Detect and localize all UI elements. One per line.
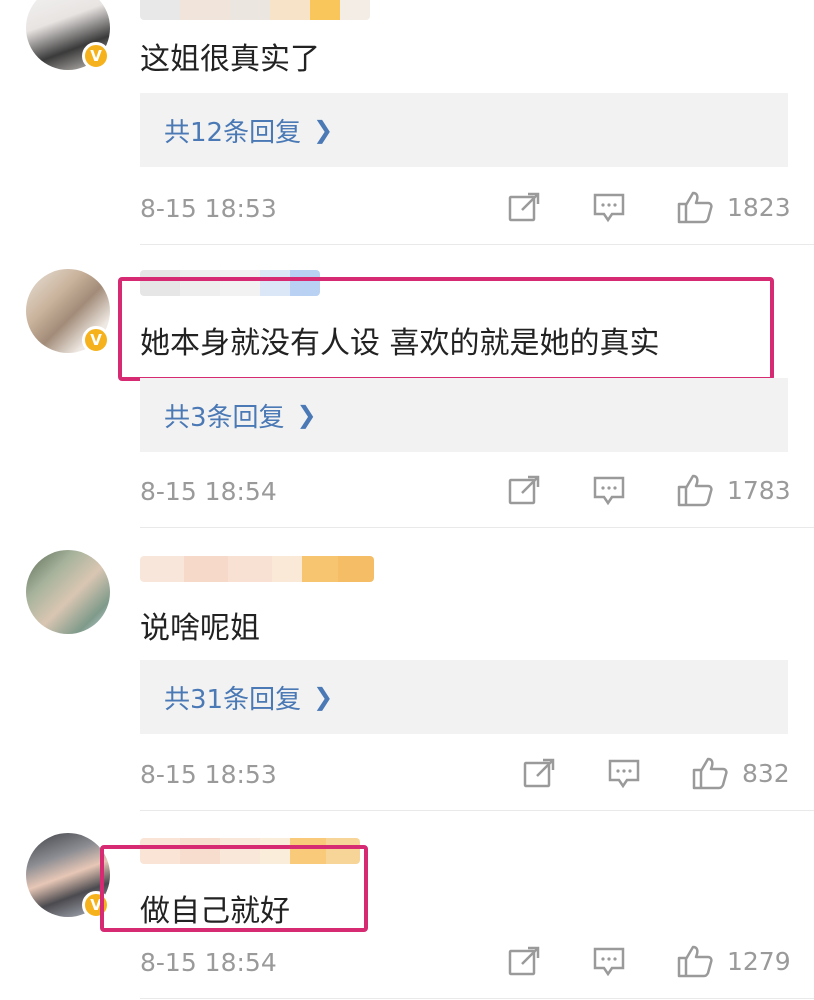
comment-icon[interactable] [593, 946, 625, 978]
share-icon[interactable] [508, 192, 540, 222]
like-button[interactable]: 1279 [677, 944, 791, 978]
chevron-right-icon: ❯ [313, 683, 334, 711]
share-icon[interactable] [523, 758, 555, 788]
comment-text: 这姐很真实了 [140, 42, 320, 77]
replies-label: 共3条回复 [164, 402, 285, 433]
thumbs-up-icon [677, 944, 713, 978]
divider [140, 527, 814, 528]
avatar[interactable] [26, 550, 110, 634]
highlight-box [100, 845, 368, 932]
highlight-box [118, 277, 774, 381]
like-count: 832 [742, 758, 790, 788]
username-blurred[interactable] [140, 556, 374, 582]
divider [140, 810, 814, 811]
share-icon[interactable] [508, 946, 540, 976]
replies-button[interactable]: 共31条回复 ❯ [140, 660, 788, 734]
divider [140, 998, 814, 999]
share-icon[interactable] [508, 475, 540, 505]
like-count: 1823 [727, 192, 791, 222]
chevron-right-icon: ❯ [313, 116, 334, 144]
comment-icon[interactable] [608, 758, 640, 790]
comment-icon[interactable] [593, 475, 625, 507]
replies-button[interactable]: 共3条回复 ❯ [140, 378, 788, 452]
comment-icon[interactable] [593, 192, 625, 224]
timestamp: 8-15 18:53 [140, 760, 277, 789]
username-blurred[interactable] [140, 0, 370, 20]
like-button[interactable]: 832 [692, 756, 790, 790]
thumbs-up-icon [692, 756, 728, 790]
thumbs-up-icon [677, 473, 713, 507]
comment-text: 说啥呢姐 [140, 611, 260, 646]
like-count: 1279 [727, 946, 791, 976]
thumbs-up-icon [677, 190, 713, 224]
replies-label: 共31条回复 [164, 684, 302, 715]
replies-button[interactable]: 共12条回复 ❯ [140, 93, 788, 167]
like-button[interactable]: 1823 [677, 190, 791, 224]
timestamp: 8-15 18:54 [140, 477, 277, 506]
like-button[interactable]: 1783 [677, 473, 791, 507]
like-count: 1783 [727, 475, 791, 505]
timestamp: 8-15 18:53 [140, 194, 277, 223]
divider [140, 244, 814, 245]
replies-label: 共12条回复 [164, 117, 302, 148]
verified-badge-icon: V [82, 42, 110, 70]
comment-item: V 这姐很真实了 共12条回复 ❯ 8-15 18:53 1823 [0, 0, 814, 245]
verified-badge-icon: V [82, 326, 110, 354]
timestamp: 8-15 18:54 [140, 948, 277, 977]
chevron-right-icon: ❯ [296, 401, 317, 429]
